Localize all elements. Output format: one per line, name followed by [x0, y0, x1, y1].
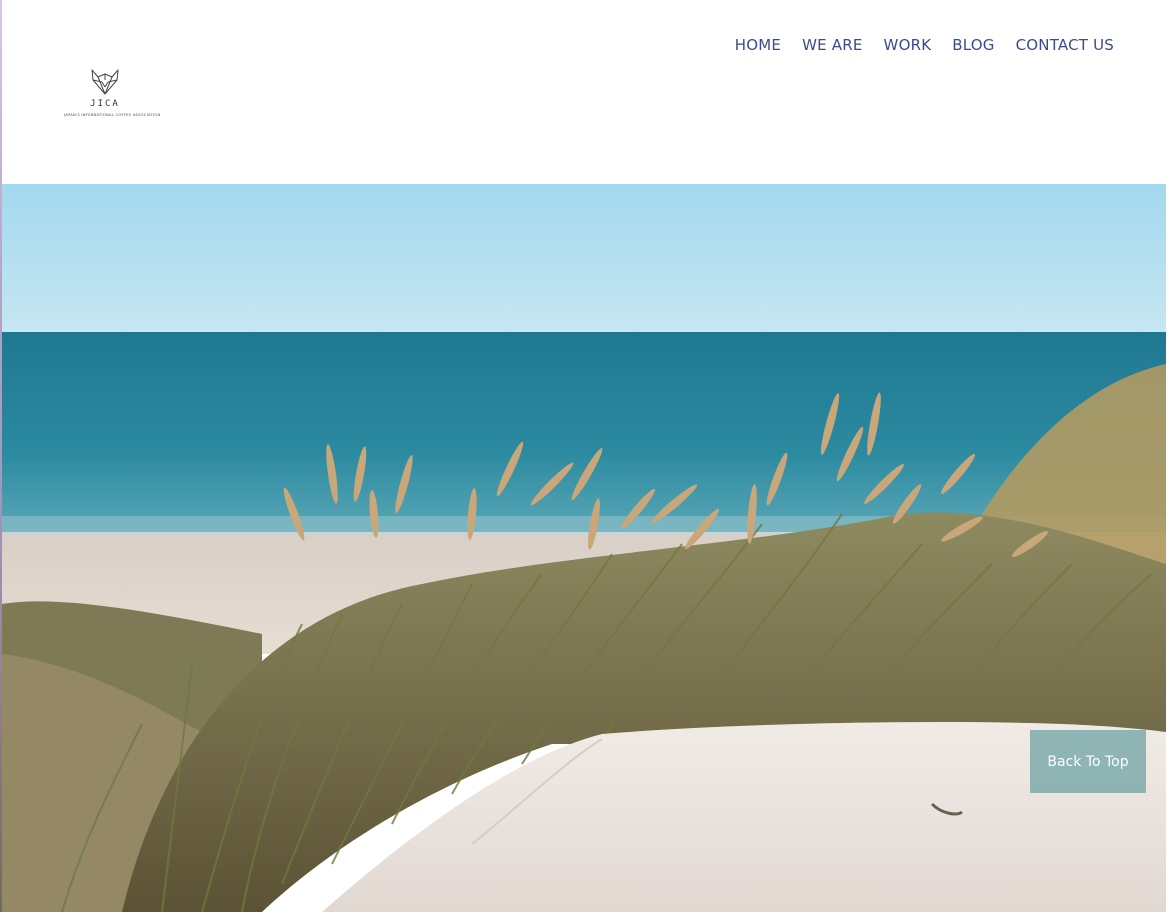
back-to-top-button[interactable]: Back To Top	[1030, 730, 1146, 793]
site-logo[interactable]: JICA JAPAN'S INTERNATIONAL COFFEE ASSOCI…	[64, 68, 161, 118]
nav-item-we-are[interactable]: WE ARE	[802, 36, 862, 54]
nav-item-blog[interactable]: BLOG	[952, 36, 994, 54]
hero-image	[2, 184, 1166, 912]
fox-logo-icon	[91, 69, 119, 95]
nav-item-contact-us[interactable]: CONTACT US	[1016, 36, 1114, 54]
logo-tagline: JAPAN'S INTERNATIONAL COFFEE ASSOCIATION	[64, 113, 161, 117]
main-nav: HOME WE ARE WORK BLOG CONTACT US	[714, 36, 1114, 54]
logo-name: JICA	[90, 99, 120, 109]
beach-dunes-illustration	[2, 184, 1166, 912]
nav-item-work[interactable]: WORK	[884, 36, 932, 54]
site-header: JICA JAPAN'S INTERNATIONAL COFFEE ASSOCI…	[2, 0, 1166, 184]
page: JICA JAPAN'S INTERNATIONAL COFFEE ASSOCI…	[0, 0, 1168, 912]
nav-item-home[interactable]: HOME	[735, 36, 781, 54]
